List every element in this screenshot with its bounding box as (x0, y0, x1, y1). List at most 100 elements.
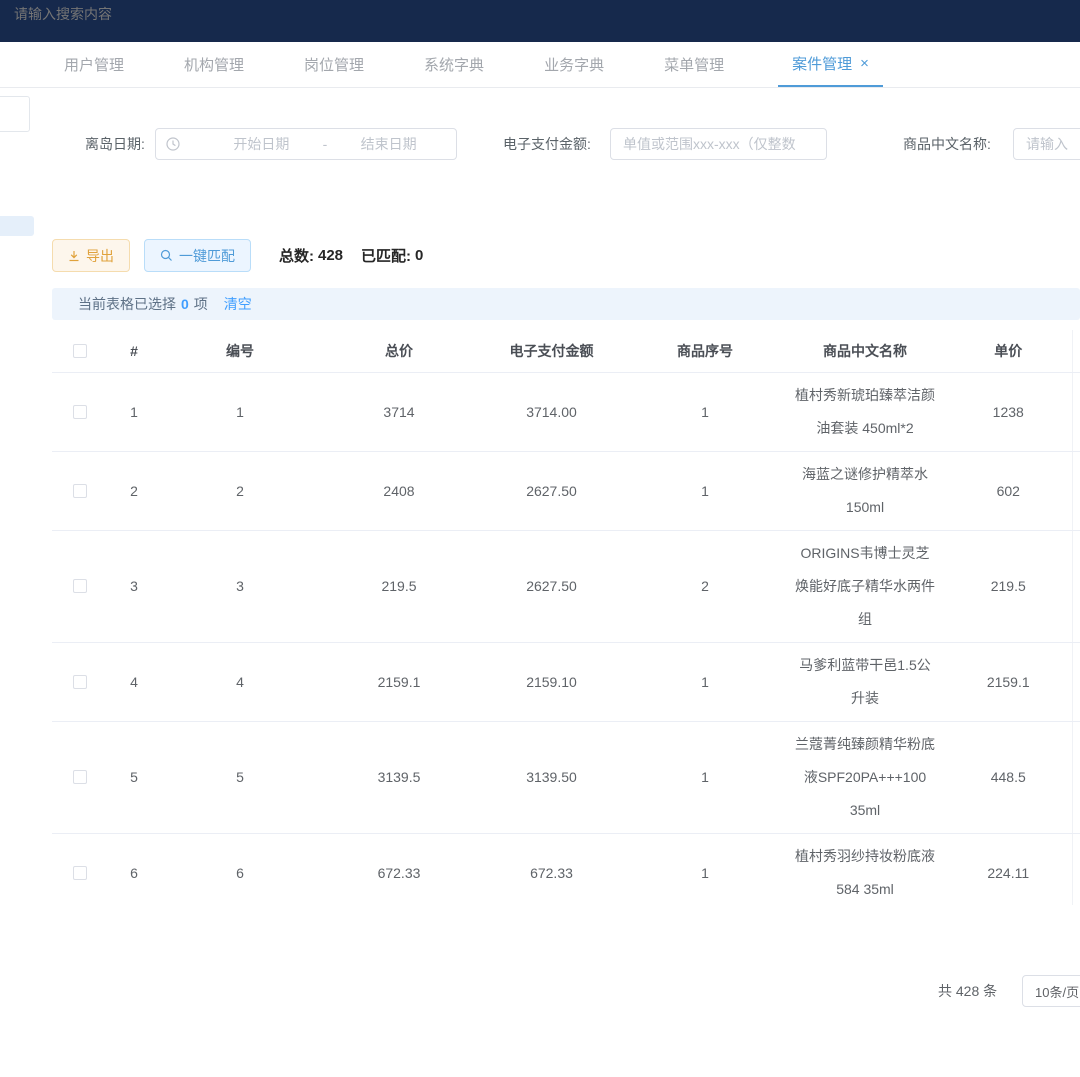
cell-paid-amount: 3714.00 (478, 372, 625, 451)
column-header-extra (1072, 330, 1080, 372)
column-header: 编号 (160, 330, 320, 372)
cell-extra (1072, 721, 1080, 833)
cell-product-name: 马爹利蓝带干邑1.5公升装 (785, 642, 945, 721)
toolbar: 导出 一键匹配 总数: 428 已匹配: 0 (52, 239, 427, 272)
global-search-input[interactable] (14, 6, 314, 22)
row-checkbox[interactable] (73, 484, 87, 498)
tab-item-4[interactable]: 系统字典 (418, 42, 490, 87)
column-header: 总价 (320, 330, 478, 372)
column-header: 单价 (945, 330, 1072, 372)
cell-index: 2 (108, 451, 160, 530)
cell-total-price: 3714 (320, 372, 478, 451)
clear-selection-link[interactable]: 清空 (224, 294, 252, 314)
cell-paid-amount: 3139.50 (478, 721, 625, 833)
cell-extra (1072, 451, 1080, 530)
product-name-input[interactable]: 请输入 (1013, 128, 1080, 160)
cell-code: 2 (160, 451, 320, 530)
select-all-checkbox[interactable] (73, 344, 87, 358)
selection-info-bar: 当前表格已选择 0 项 清空 (52, 288, 1080, 320)
cell-index: 3 (108, 530, 160, 642)
payment-amount-label: 电子支付金额: (503, 128, 591, 160)
total-label: 总数: (279, 245, 314, 266)
cell-index: 4 (108, 642, 160, 721)
matched-label: 已匹配: (361, 245, 411, 266)
one-click-match-button[interactable]: 一键匹配 (144, 239, 251, 272)
tab-close-icon[interactable]: × (860, 55, 869, 72)
match-button-label: 一键匹配 (179, 246, 235, 266)
cell-product-seq: 1 (625, 372, 785, 451)
cell-extra (1072, 833, 1080, 905)
cell-product-seq: 1 (625, 451, 785, 530)
tab-label: 业务字典 (544, 54, 604, 75)
cell-total-price: 2408 (320, 451, 478, 530)
row-checkbox[interactable] (73, 770, 87, 784)
cell-total-price: 3139.5 (320, 721, 478, 833)
cell-total-price: 2159.1 (320, 642, 478, 721)
tab-item-2[interactable]: 机构管理 (178, 42, 250, 87)
product-name-placeholder: 请输入 (1026, 134, 1068, 154)
cell-code: 6 (160, 833, 320, 905)
cell-extra (1072, 530, 1080, 642)
column-header: 商品中文名称 (785, 330, 945, 372)
payment-amount-input[interactable]: 单值或范围xxx-xxx（仅整数 (610, 128, 827, 160)
table-row: 33219.52627.502ORIGINS韦博士灵芝焕能好底子精华水两件组21… (52, 530, 1080, 642)
table-row: 66672.33672.331植村秀羽纱持妆粉底液 584 35ml224.11 (52, 833, 1080, 905)
table-header-row: #编号总价电子支付金额商品序号商品中文名称单价 (52, 330, 1080, 372)
tab-label: 用户管理 (64, 54, 124, 75)
cell-unit-price: 224.11 (945, 833, 1072, 905)
row-checkbox[interactable] (73, 675, 87, 689)
tab-item-3[interactable]: 岗位管理 (298, 42, 370, 87)
table-row: 2224082627.501海蓝之谜修护精萃水 150ml602 (52, 451, 1080, 530)
table-row: 553139.53139.501兰蔻菁纯臻颜精华粉底液SPF20PA+++100… (52, 721, 1080, 833)
payment-amount-placeholder: 单值或范围xxx-xxx（仅整数 (623, 134, 796, 154)
tab-bar: 用户管理 机构管理 岗位管理 系统字典 业务字典 菜单管理 案件管理 × (0, 42, 1080, 88)
cell-index: 6 (108, 833, 160, 905)
total-value: 428 (318, 247, 343, 264)
cell-code: 5 (160, 721, 320, 833)
selection-count: 0 (181, 296, 189, 312)
filter-row: 离岛日期: 开始日期 - 结束日期 电子支付金额: 单值或范围xxx-xxx（仅… (0, 128, 1080, 160)
tab-item-7[interactable]: 案件管理 × (778, 42, 883, 87)
page-size-value: 10条/页 (1035, 982, 1079, 1001)
date-range-label: 离岛日期: (85, 128, 145, 160)
data-table: #编号总价电子支付金额商品序号商品中文名称单价 1137143714.001植村… (52, 330, 1080, 905)
tab-item-5[interactable]: 业务字典 (538, 42, 610, 87)
date-separator: - (319, 136, 332, 152)
tab-label: 菜单管理 (664, 54, 724, 75)
cell-product-seq: 1 (625, 721, 785, 833)
cell-product-name: 植村秀羽纱持妆粉底液 584 35ml (785, 833, 945, 905)
cell-paid-amount: 2627.50 (478, 530, 625, 642)
tab-label: 案件管理 (792, 53, 852, 74)
download-icon (68, 250, 80, 262)
cell-index: 1 (108, 372, 160, 451)
table-row: 1137143714.001植村秀新琥珀臻萃洁颜油套装 450ml*21238 (52, 372, 1080, 451)
cell-extra (1072, 372, 1080, 451)
cell-product-name: 海蓝之谜修护精萃水 150ml (785, 451, 945, 530)
export-button[interactable]: 导出 (52, 239, 130, 272)
cell-index: 5 (108, 721, 160, 833)
cell-product-seq: 1 (625, 833, 785, 905)
cell-product-name: ORIGINS韦博士灵芝焕能好底子精华水两件组 (785, 530, 945, 642)
cell-unit-price: 219.5 (945, 530, 1072, 642)
row-checkbox[interactable] (73, 405, 87, 419)
page-size-select[interactable]: 10条/页 (1022, 975, 1080, 1007)
tab-item-1[interactable]: 用户管理 (58, 42, 130, 87)
left-edge-stub (0, 216, 34, 236)
tab-item-6[interactable]: 菜单管理 (658, 42, 730, 87)
cell-code: 4 (160, 642, 320, 721)
cell-product-name: 植村秀新琥珀臻萃洁颜油套装 450ml*2 (785, 372, 945, 451)
date-start-placeholder: 开始日期 (204, 134, 319, 154)
cell-product-name: 兰蔻菁纯臻颜精华粉底液SPF20PA+++100 35ml (785, 721, 945, 833)
row-checkbox[interactable] (73, 579, 87, 593)
cell-code: 3 (160, 530, 320, 642)
search-icon (160, 249, 173, 262)
cell-extra (1072, 642, 1080, 721)
matched-value: 0 (415, 247, 423, 264)
cell-unit-price: 1238 (945, 372, 1072, 451)
row-checkbox[interactable] (73, 866, 87, 880)
tab-label: 岗位管理 (304, 54, 364, 75)
cell-product-seq: 1 (625, 642, 785, 721)
date-range-input[interactable]: 开始日期 - 结束日期 (155, 128, 457, 160)
product-name-label: 商品中文名称: (903, 128, 991, 160)
cell-product-seq: 2 (625, 530, 785, 642)
